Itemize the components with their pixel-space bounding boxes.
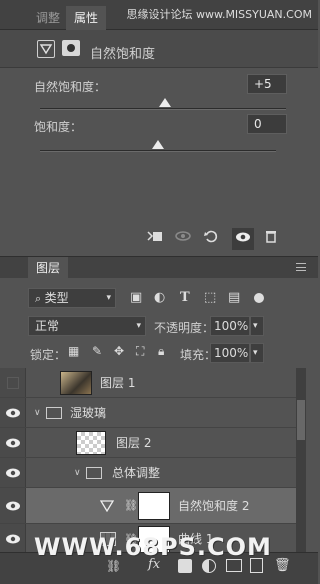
watermark-text: 思缘设计论坛 www.MISSYUAN.COM bbox=[126, 8, 312, 21]
lock-label: 锁定： bbox=[30, 348, 67, 362]
chevron-down-icon: ▾ bbox=[136, 321, 141, 331]
layer-row[interactable]: 图层 1 bbox=[0, 368, 296, 398]
opacity-dropdown-icon[interactable]: ▾ bbox=[250, 316, 264, 336]
clip-to-layer-icon[interactable] bbox=[144, 228, 166, 250]
fill-field[interactable]: 100% bbox=[210, 343, 250, 363]
blend-mode-select[interactable]: 正常 ▾ bbox=[28, 316, 146, 336]
layer-name: 图层 2 bbox=[116, 436, 152, 450]
search-icon: ⌕ bbox=[35, 292, 45, 305]
layer-row[interactable]: ∨ 总体调整 bbox=[0, 458, 296, 488]
layer-filter-kind[interactable]: ⌕ 类型 ▾ bbox=[28, 288, 116, 308]
type-filter-icon[interactable]: T bbox=[180, 290, 190, 305]
opacity-label: 不透明度： bbox=[154, 321, 215, 335]
layers-panel-header: 图层 bbox=[0, 256, 318, 279]
layer-name: 总体调整 bbox=[112, 466, 161, 480]
visibility-cell[interactable] bbox=[0, 458, 26, 487]
eye-icon[interactable] bbox=[5, 438, 21, 448]
lock-all-icon[interactable]: 🔒︎ bbox=[158, 344, 164, 359]
reset-icon[interactable] bbox=[200, 228, 222, 250]
visibility-cell[interactable] bbox=[0, 368, 26, 397]
lock-artboard-icon[interactable]: ⛶ bbox=[136, 344, 144, 359]
lock-position-icon[interactable]: ✥ bbox=[114, 344, 124, 358]
hidden-visibility-box[interactable] bbox=[7, 377, 19, 389]
visibility-cell[interactable] bbox=[0, 428, 26, 457]
layers-list: 图层 1 ∨ 湿玻璃 图层 2 ∨ 总体调整 ⛓︎ 自然饱和度 2 ⛓︎ 曲线 … bbox=[0, 368, 296, 552]
new-adjustment-layer-icon[interactable] bbox=[202, 559, 216, 573]
footer-watermark: WWW.68PS.COM bbox=[34, 533, 272, 561]
layer-thumbnail bbox=[76, 431, 106, 455]
layer-filter-icons: ▣ ◐ T ⬚ ▤ bbox=[130, 290, 264, 308]
filter-toggle-icon[interactable] bbox=[254, 293, 264, 303]
visibility-cell[interactable] bbox=[0, 398, 26, 427]
vibrance-value-field[interactable]: +5 bbox=[247, 74, 287, 94]
shape-filter-icon[interactable]: ⬚ bbox=[204, 290, 216, 305]
vibrance-label: 自然饱和度： bbox=[34, 80, 107, 94]
properties-title: 自然饱和度 bbox=[90, 47, 156, 62]
link-chain-icon[interactable]: ⛓︎ bbox=[124, 499, 138, 512]
eye-icon[interactable] bbox=[5, 501, 21, 511]
panel-tab-bar: 调整 属性 思缘设计论坛 www.MISSYUAN.COM bbox=[0, 0, 318, 30]
chevron-down-icon[interactable]: ∨ bbox=[34, 408, 41, 418]
smart-object-filter-icon[interactable]: ▤ bbox=[228, 290, 240, 305]
chevron-down-icon[interactable]: ∨ bbox=[74, 468, 81, 478]
blend-mode-value: 正常 bbox=[35, 319, 60, 333]
layer-name: 自然饱和度 2 bbox=[178, 499, 250, 513]
folder-icon bbox=[46, 407, 62, 419]
layer-thumbnail bbox=[60, 371, 92, 395]
vibrance-slider-thumb[interactable] bbox=[159, 98, 171, 107]
layers-scrollbar[interactable] bbox=[296, 368, 306, 552]
eye-icon[interactable] bbox=[5, 534, 21, 544]
panel-menu-icon[interactable] bbox=[296, 263, 306, 271]
add-mask-icon[interactable] bbox=[178, 559, 192, 573]
saturation-value-field[interactable]: 0 bbox=[247, 114, 287, 134]
lock-transparency-icon[interactable]: ▦ bbox=[68, 344, 79, 358]
adjustment-filter-icon[interactable]: ◐ bbox=[154, 290, 165, 305]
layer-name: 湿玻璃 bbox=[70, 406, 107, 420]
properties-toolbar bbox=[140, 228, 290, 250]
tab-layers[interactable]: 图层 bbox=[28, 257, 69, 279]
layers-scrollbar-thumb[interactable] bbox=[297, 400, 305, 440]
chevron-down-icon: ▾ bbox=[106, 293, 111, 303]
layer-row[interactable]: ∨ 湿玻璃 bbox=[0, 398, 296, 428]
layer-name: 图层 1 bbox=[100, 376, 136, 390]
view-previous-state-icon[interactable] bbox=[172, 228, 194, 250]
eye-icon[interactable] bbox=[232, 228, 254, 250]
lock-pixels-brush-icon[interactable]: ✎ bbox=[92, 344, 102, 358]
saturation-slider-track[interactable] bbox=[40, 150, 276, 152]
opacity-field[interactable]: 100% bbox=[210, 316, 250, 336]
vibrance-adjustment-icon bbox=[100, 500, 114, 512]
mask-icon[interactable] bbox=[62, 40, 80, 56]
trash-icon[interactable]: 🗑︎ bbox=[274, 558, 291, 573]
layer-row-selected[interactable]: ⛓︎ 自然饱和度 2 bbox=[0, 488, 296, 524]
layer-mask-thumbnail[interactable] bbox=[138, 492, 170, 520]
saturation-slider-thumb[interactable] bbox=[152, 140, 164, 149]
filter-kind-label: 类型 bbox=[44, 291, 69, 305]
link-layers-icon[interactable]: ⛓︎ bbox=[106, 559, 121, 573]
fill-dropdown-icon[interactable]: ▾ bbox=[250, 343, 264, 363]
saturation-label: 饱和度： bbox=[34, 120, 83, 134]
eye-icon[interactable] bbox=[5, 408, 21, 418]
vibrance-slider-track[interactable] bbox=[40, 108, 286, 110]
visibility-cell[interactable] bbox=[0, 488, 26, 523]
layer-row[interactable]: 图层 2 bbox=[0, 428, 296, 458]
eye-icon[interactable] bbox=[5, 468, 21, 478]
tab-adjustments[interactable]: 调整 bbox=[28, 6, 68, 30]
visibility-cell[interactable] bbox=[0, 524, 26, 552]
trash-icon[interactable] bbox=[260, 228, 282, 250]
tab-properties[interactable]: 属性 bbox=[66, 6, 107, 30]
folder-icon bbox=[86, 467, 102, 479]
pixel-filter-icon[interactable]: ▣ bbox=[130, 290, 142, 305]
vibrance-adjustment-icon bbox=[37, 40, 55, 58]
